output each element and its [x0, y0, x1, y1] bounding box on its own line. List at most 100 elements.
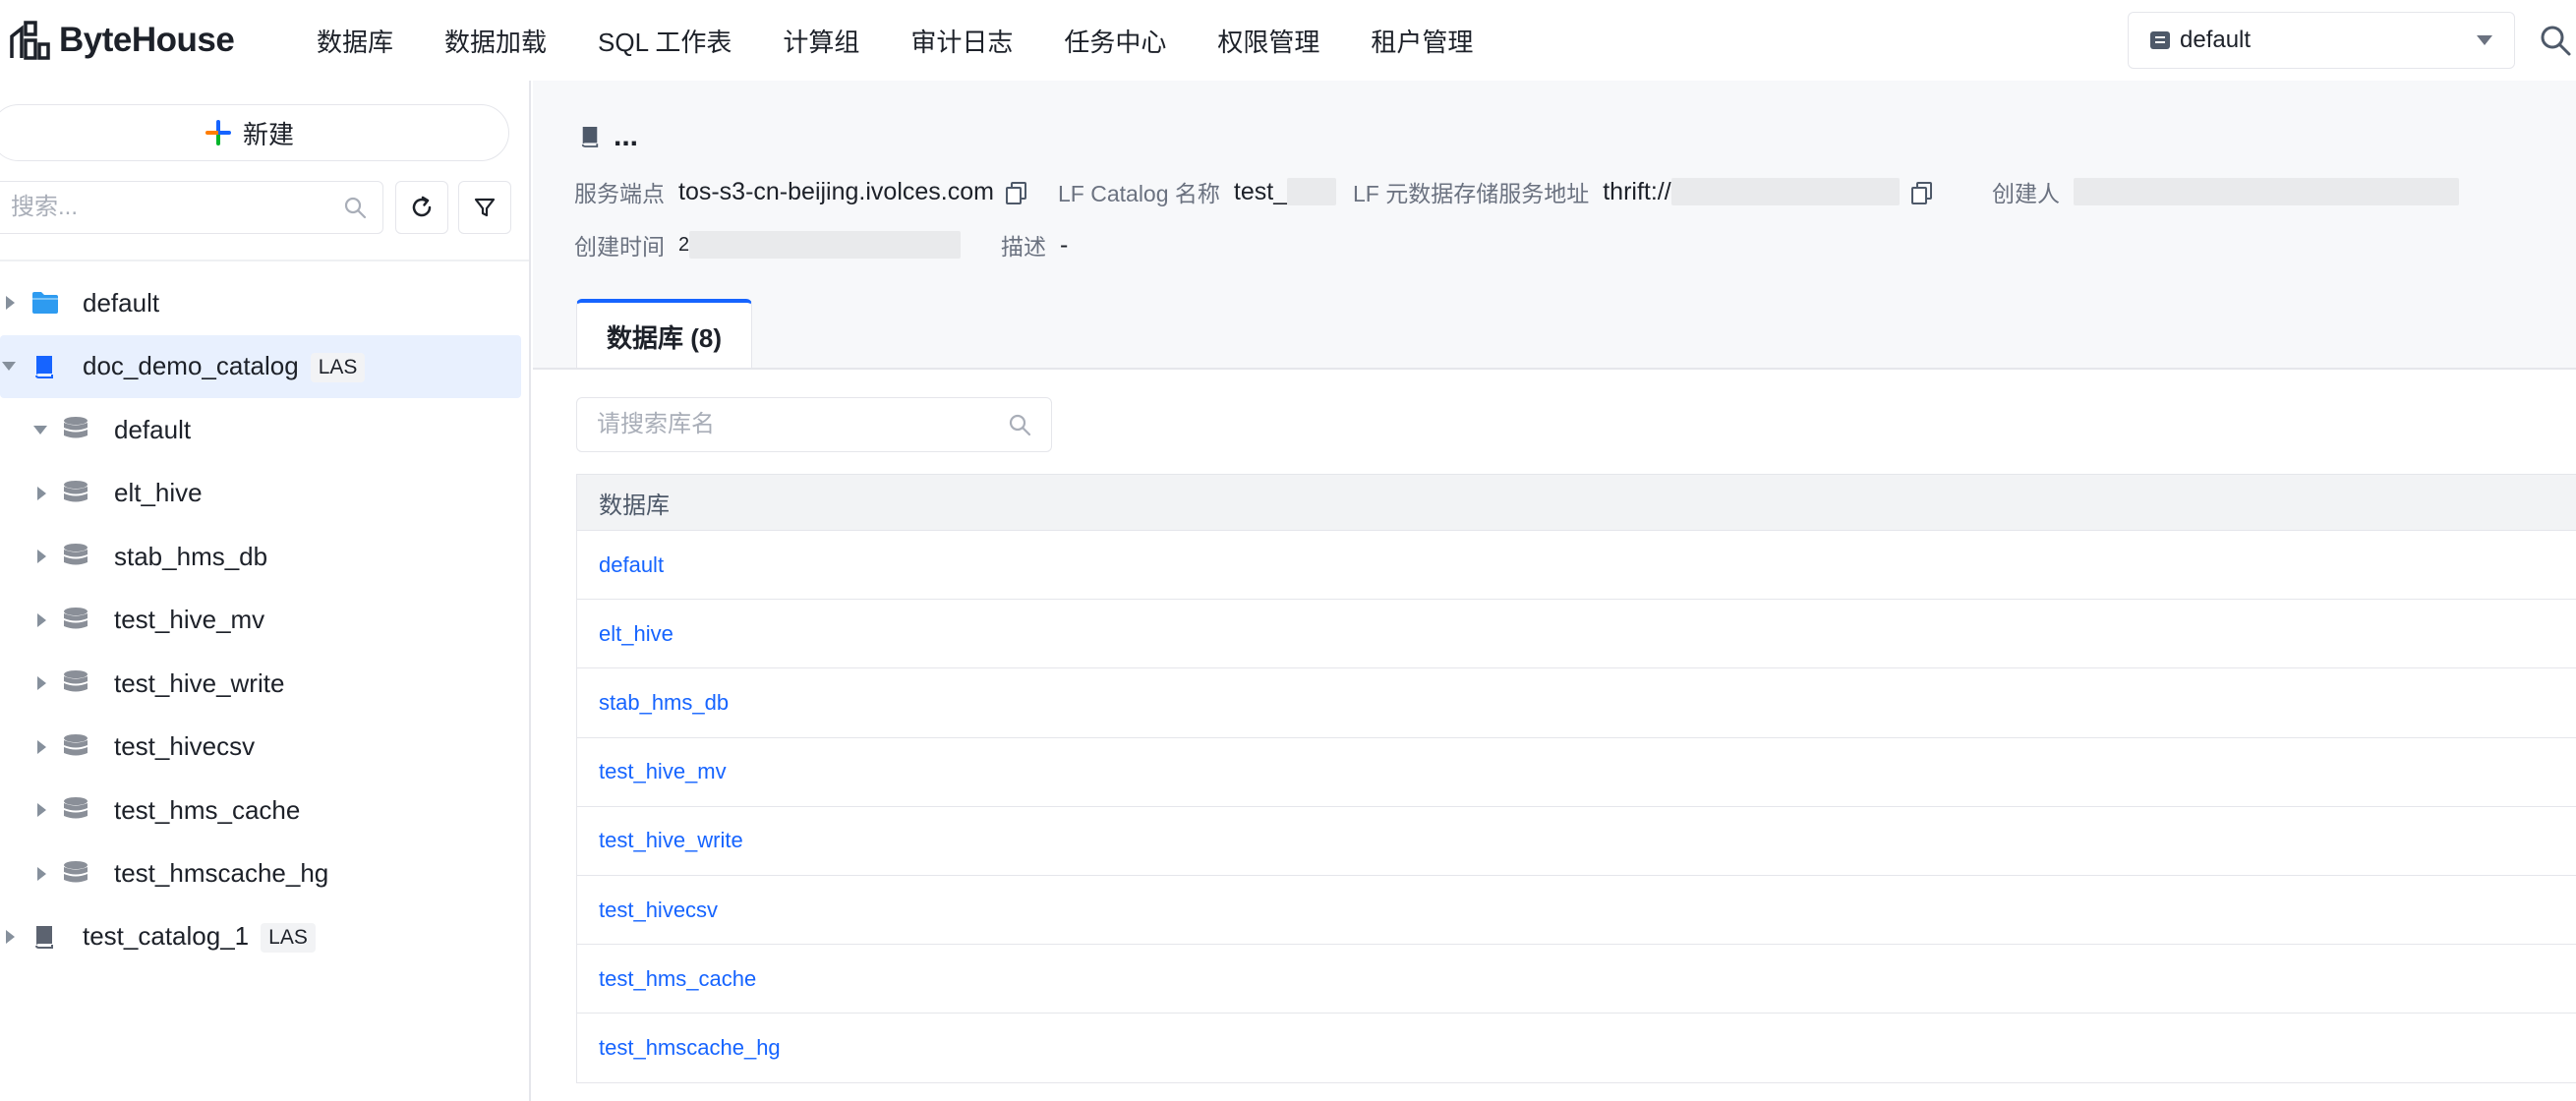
- meta-description: 描述 -: [1001, 228, 1068, 261]
- tree-item-label: stab_hms_db: [114, 541, 268, 571]
- database-link[interactable]: stab_hms_db: [599, 690, 729, 716]
- tree-item-default-folder[interactable]: default: [0, 271, 529, 335]
- lf-catalog-name-label: LF Catalog 名称: [1058, 181, 1220, 206]
- tree-item-database-default[interactable]: default: [0, 398, 529, 462]
- tab-databases[interactable]: 数据库 (8): [576, 299, 753, 370]
- database-link[interactable]: elt_hive: [599, 621, 673, 647]
- logo-text: ByteHouse: [59, 21, 235, 59]
- compute-group-select[interactable]: default: [2128, 12, 2515, 69]
- main-nav: 数据库 数据加载 SQL 工作表 计算组 审计日志 任务中心 权限管理 租户管理: [317, 0, 1524, 81]
- redacted-block: [1287, 178, 1337, 205]
- compute-group-icon: [2150, 31, 2170, 49]
- lf-catalog-name-value: test_: [1233, 177, 1288, 205]
- filter-icon: [474, 198, 496, 217]
- tree-item-database-stab-hms-db[interactable]: stab_hms_db: [0, 525, 529, 589]
- catalog-header: ... 服务端点 tos-s3-cn-beijing.ivolces.com L…: [533, 81, 2576, 368]
- tree-item-database-test-hive-mv[interactable]: test_hive_mv: [0, 589, 529, 653]
- expand-arrow-icon[interactable]: [6, 930, 15, 945]
- meta-lf-catalog-name: LF Catalog 名称 test_: [1058, 175, 1337, 208]
- tree-item-label: test_hive_write: [114, 667, 285, 698]
- tree-item-label: doc_demo_catalog LAS: [83, 351, 366, 382]
- lf-service-address-label: LF 元数据存储服务地址: [1353, 181, 1590, 206]
- new-button[interactable]: 新建: [0, 104, 509, 161]
- catalog-name: ...: [614, 120, 639, 152]
- nav-item-sql-worksheet[interactable]: SQL 工作表: [598, 23, 732, 59]
- plus-icon: [205, 120, 231, 145]
- tree-item-database-test-hive-write[interactable]: test_hive_write: [0, 652, 529, 716]
- created-time-value: 2: [678, 233, 690, 256]
- catalog-title: ...: [580, 120, 638, 153]
- tree-item-doc-demo-catalog[interactable]: doc_demo_catalog LAS: [0, 334, 521, 398]
- filter-button[interactable]: [458, 181, 511, 234]
- tree-item-database-elt-hive[interactable]: elt_hive: [0, 462, 529, 526]
- tree-item-database-test-hmscache-hg[interactable]: test_hmscache_hg: [0, 842, 529, 906]
- nav-item-tenant-management[interactable]: 租户管理: [1371, 23, 1473, 59]
- catalog-tree: default doc_demo_catalog LAS default elt…: [0, 271, 529, 969]
- table-row: elt_hive: [577, 600, 2576, 669]
- tree-item-label: default: [114, 414, 192, 444]
- database-link[interactable]: default: [599, 552, 664, 578]
- table-header-database: 数据库: [577, 474, 2576, 531]
- expand-arrow-icon[interactable]: [37, 866, 46, 881]
- tree-item-label: test_hivecsv: [114, 731, 256, 762]
- copy-icon[interactable]: [1910, 182, 1932, 204]
- database-link[interactable]: test_hmscache_hg: [599, 1035, 781, 1061]
- expand-arrow-icon[interactable]: [37, 803, 46, 818]
- table-row: test_hms_cache: [577, 945, 2576, 1014]
- refresh-icon: [412, 196, 432, 217]
- expand-arrow-icon[interactable]: [37, 486, 46, 500]
- sidebar-search: [0, 181, 383, 234]
- tree-item-label: elt_hive: [114, 478, 203, 508]
- nav-item-data-loading[interactable]: 数据加载: [444, 23, 547, 59]
- meta-lf-service-address: LF 元数据存储服务地址 thrift://: [1353, 175, 1932, 208]
- expand-arrow-icon[interactable]: [6, 296, 15, 311]
- redacted-block: [689, 231, 962, 259]
- nav-item-permission-management[interactable]: 权限管理: [1217, 23, 1319, 59]
- collapse-arrow-icon[interactable]: [2, 362, 16, 372]
- database-table: 数据库 default elt_hive stab_hms_db test_hi…: [576, 474, 2576, 1083]
- tree-item-test-catalog-1[interactable]: test_catalog_1 LAS: [0, 905, 529, 969]
- tree-item-database-test-hms-cache[interactable]: test_hms_cache: [0, 779, 529, 842]
- table-row: test_hive_write: [577, 807, 2576, 876]
- copy-icon[interactable]: [1005, 182, 1026, 204]
- collapse-arrow-icon[interactable]: [33, 425, 47, 435]
- sidebar-search-input[interactable]: [11, 194, 343, 221]
- las-tag: LAS: [261, 923, 316, 954]
- database-icon: [64, 480, 88, 501]
- tree-item-database-test-hivecsv[interactable]: test_hivecsv: [0, 716, 529, 780]
- database-icon: [64, 417, 88, 438]
- expand-arrow-icon[interactable]: [37, 676, 46, 691]
- creator-label: 创建人: [1992, 181, 2060, 206]
- expand-arrow-icon[interactable]: [37, 550, 46, 564]
- database-link[interactable]: test_hive_mv: [599, 759, 727, 784]
- database-link[interactable]: test_hivecsv: [599, 898, 718, 923]
- new-button-label: 新建: [242, 119, 294, 149]
- tab-divider: [533, 368, 2576, 370]
- database-link[interactable]: test_hive_write: [599, 828, 743, 853]
- catalog-sidebar: 新建 default: [0, 81, 531, 1101]
- nav-item-database[interactable]: 数据库: [317, 23, 393, 59]
- description-value: -: [1060, 230, 1069, 259]
- tree-item-label: test_hmscache_hg: [114, 858, 329, 889]
- expand-arrow-icon[interactable]: [37, 739, 46, 754]
- database-search-input[interactable]: [597, 411, 1008, 438]
- catalog-book-icon: [35, 926, 53, 949]
- nav-item-compute-group[interactable]: 计算组: [783, 23, 859, 59]
- search-icon[interactable]: [2539, 24, 2572, 57]
- nav-item-audit-log[interactable]: 审计日志: [910, 23, 1013, 59]
- refresh-button[interactable]: [395, 181, 448, 234]
- endpoint-value: tos-s3-cn-beijing.ivolces.com: [678, 177, 994, 205]
- bytehouse-logo[interactable]: ByteHouse: [8, 18, 235, 63]
- database-link[interactable]: test_hms_cache: [599, 966, 756, 992]
- created-time-label: 创建时间: [574, 234, 665, 260]
- nav-item-task-center[interactable]: 任务中心: [1064, 23, 1166, 59]
- database-icon: [64, 733, 88, 755]
- table-row: test_hivecsv: [577, 876, 2576, 946]
- table-row: stab_hms_db: [577, 668, 2576, 738]
- database-icon: [64, 544, 88, 565]
- table-row: test_hive_mv: [577, 738, 2576, 807]
- meta-endpoint: 服务端点 tos-s3-cn-beijing.ivolces.com: [574, 175, 1026, 208]
- expand-arrow-icon[interactable]: [37, 612, 46, 627]
- chevron-down-icon: [2477, 35, 2492, 45]
- catalog-detail-panel: ... 服务端点 tos-s3-cn-beijing.ivolces.com L…: [533, 81, 2576, 1101]
